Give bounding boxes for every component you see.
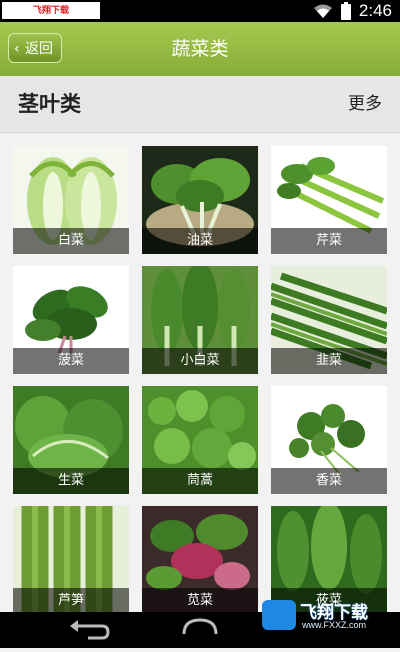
home-nav-button[interactable]: [170, 612, 230, 648]
tile-celery[interactable]: 芹菜: [271, 146, 387, 254]
battery-icon: [340, 2, 351, 20]
tile-spinach[interactable]: 菠菜: [13, 266, 129, 374]
back-arrow-icon: [70, 620, 110, 640]
section-title: 茎叶类: [18, 92, 81, 116]
tile-label: 生菜: [13, 468, 129, 494]
status-bar: 飞翔下载 www.FXXZ.com 2:46: [0, 0, 400, 32]
tile-label: 菠菜: [13, 348, 129, 374]
status-icons: 2:46: [313, 0, 392, 22]
tile-rapeseed[interactable]: 油菜: [142, 146, 258, 254]
tile-asparagus[interactable]: 芦笋: [13, 506, 129, 614]
tile-label: 香菜: [271, 468, 387, 494]
status-time: 2:46: [358, 1, 392, 20]
tile-crown-daisy[interactable]: 茼蒿: [142, 386, 258, 494]
watermark-url: www.FXXZ.com: [302, 620, 367, 630]
tile-bok-choy[interactable]: 小白菜: [142, 266, 258, 374]
tile-label: 油菜: [142, 228, 258, 254]
tile-chives[interactable]: 韭菜: [271, 266, 387, 374]
nav-bar: ‹ 返回 蔬菜类: [0, 22, 400, 76]
section-header: 茎叶类 更多: [0, 76, 400, 133]
tile-coriander[interactable]: 香菜: [271, 386, 387, 494]
back-nav-button[interactable]: [58, 612, 118, 648]
tile-label: 芦笋: [13, 588, 129, 614]
watermark-logo-icon: [262, 600, 296, 630]
source-watermark-label: 飞翔下载 www.FXXZ.com: [2, 2, 100, 32]
tile-label: 芹菜: [271, 228, 387, 254]
page-title: 蔬菜类: [171, 38, 229, 60]
tile-label: 茼蒿: [142, 468, 258, 494]
tile-label: 苋菜: [142, 588, 258, 614]
home-icon: [182, 618, 218, 635]
tile-cabbage[interactable]: 白菜: [13, 146, 129, 254]
tile-label: 韭菜: [271, 348, 387, 374]
tile-label: 小白菜: [142, 348, 258, 374]
tile-amaranth[interactable]: 苋菜: [142, 506, 258, 614]
wifi-icon: [313, 4, 332, 18]
tile-lettuce[interactable]: 生菜: [13, 386, 129, 494]
tile-label: 白菜: [13, 228, 129, 254]
more-link[interactable]: 更多: [348, 76, 382, 132]
site-watermark: 飞翔下载 www.FXXZ.com: [262, 596, 400, 634]
